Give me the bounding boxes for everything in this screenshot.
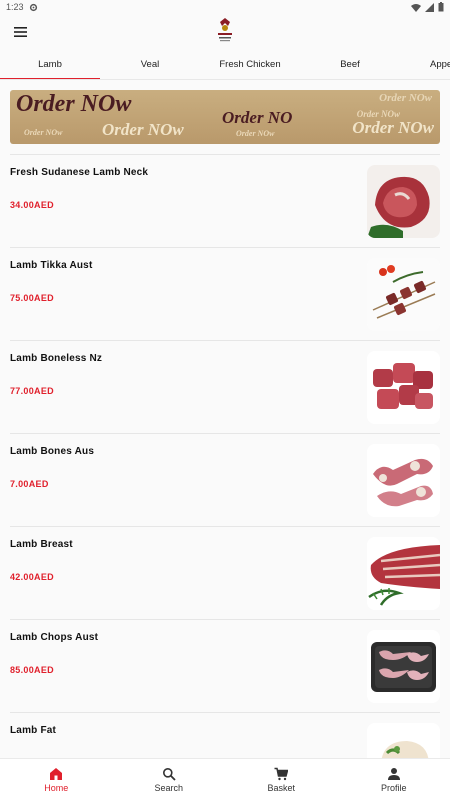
product-image-lamb-breast: [367, 537, 440, 610]
product-price: 75.00AED: [10, 293, 54, 303]
banner-text: Order NOw: [356, 109, 400, 119]
profile-icon: [387, 767, 400, 780]
product-item[interactable]: Lamb Boneless Nz 77.00AED: [10, 340, 440, 433]
menu-button[interactable]: [0, 14, 40, 50]
product-price: 7.00AED: [10, 479, 49, 489]
search-icon: [162, 767, 176, 781]
product-item[interactable]: Fresh Sudanese Lamb Neck 34.00AED: [10, 154, 440, 247]
nav-label: Profile: [380, 782, 407, 793]
product-name: Lamb Bones Aus: [10, 446, 95, 457]
nav-search[interactable]: Search: [113, 759, 226, 800]
product-item[interactable]: Lamb Tikka Aust 75.00AED: [10, 247, 440, 340]
product-image-lamb-tikka: [367, 258, 440, 331]
banner-text: Order NOw: [16, 91, 132, 117]
tab-appetizers[interactable]: Appet: [400, 50, 450, 79]
basket-icon: [274, 767, 289, 780]
tab-label: Lamb: [38, 59, 62, 70]
banner-text: Order NO: [222, 108, 293, 127]
nav-profile[interactable]: Profile: [338, 759, 450, 800]
product-image-lamb-chops: [367, 630, 440, 703]
product-price: 42.00AED: [10, 572, 54, 582]
banner-text: Order NOw: [352, 118, 434, 137]
banner-text: Order NOw: [236, 129, 275, 138]
product-name: Lamb Chops Aust: [10, 632, 99, 643]
status-bar: 1:23: [0, 0, 450, 14]
tab-label: Appet: [430, 59, 450, 70]
product-name: Lamb Breast: [10, 539, 73, 550]
brand-logo: [218, 18, 232, 42]
tab-label: Fresh Chicken: [219, 59, 281, 70]
category-tabs: Lamb Veal Fresh Chicken Beef Appet: [0, 50, 450, 80]
order-now-banner[interactable]: Order NOw Order NOw Order NO Order NOw O…: [10, 90, 440, 144]
tab-label: Veal: [140, 59, 160, 70]
status-time: 1:23: [6, 2, 24, 12]
tab-lamb[interactable]: Lamb: [0, 50, 100, 79]
product-price: 34.00AED: [10, 200, 54, 210]
nav-label: Home: [44, 782, 69, 793]
product-name: Lamb Tikka Aust: [10, 260, 93, 271]
banner-text: Order NOw: [102, 120, 184, 139]
wifi-icon: [411, 3, 421, 12]
product-price: 85.00AED: [10, 665, 54, 675]
product-image-lamb-neck: [367, 165, 440, 238]
settings-icon: [29, 3, 37, 11]
tab-fresh-chicken[interactable]: Fresh Chicken: [200, 50, 300, 79]
product-list: Fresh Sudanese Lamb Neck 34.00AED Lamb T…: [0, 154, 450, 800]
nav-label: Basket: [267, 782, 295, 793]
product-price: 77.00AED: [10, 386, 54, 396]
banner-text: Order NOw: [24, 128, 63, 137]
product-name: Lamb Boneless Nz: [10, 353, 103, 364]
product-item[interactable]: Lamb Breast 42.00AED: [10, 526, 440, 619]
nav-home[interactable]: Home: [0, 759, 113, 800]
signal-icon: [425, 2, 434, 12]
home-icon: [50, 767, 63, 780]
bottom-navigation: Home Search Basket Profile: [0, 758, 450, 800]
tab-label: Beef: [340, 59, 360, 70]
nav-label: Search: [154, 782, 184, 793]
banner-text: Order NOw: [379, 92, 432, 104]
nav-basket[interactable]: Basket: [225, 759, 338, 800]
tab-veal[interactable]: Veal: [100, 50, 200, 79]
product-item[interactable]: Lamb Chops Aust 85.00AED: [10, 619, 440, 712]
hamburger-icon: [13, 27, 27, 37]
tab-beef[interactable]: Beef: [300, 50, 400, 79]
battery-icon: [438, 2, 444, 12]
app-header: [0, 14, 450, 50]
product-image-lamb-boneless: [367, 351, 440, 424]
product-item[interactable]: Lamb Bones Aus 7.00AED: [10, 433, 440, 526]
product-image-lamb-bones: [367, 444, 440, 517]
product-name: Lamb Fat: [10, 725, 57, 736]
product-name: Fresh Sudanese Lamb Neck: [10, 167, 149, 178]
